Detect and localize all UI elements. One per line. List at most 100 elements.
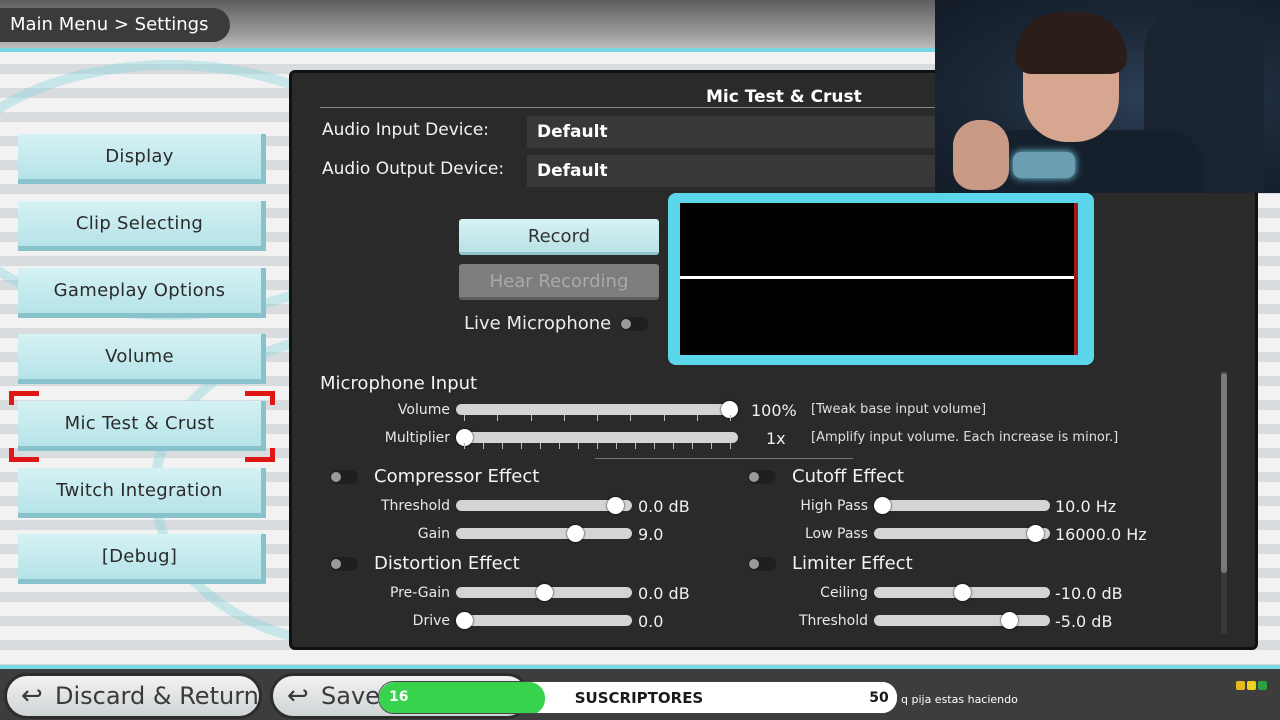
cutoff-toggle[interactable] [748,470,776,484]
high-pass-value: 10.0 Hz [1055,497,1117,516]
discard-return-label: Discard & Return [55,682,259,710]
return-arrow-icon: ↩ [287,681,309,711]
chat-badges [1236,681,1269,693]
compressor-threshold-label: Threshold [381,498,450,514]
slider-tick [464,415,465,421]
slider-tick [730,443,731,449]
menu-item-mic-test-crust[interactable]: Mic Test & Crust [18,401,266,451]
slider-tick [530,415,532,421]
slider-tick [563,415,565,421]
slider-tick [464,443,465,449]
ceiling-label: Ceiling [820,585,868,601]
save-label: Save [321,682,380,710]
selection-corner-br [245,448,275,462]
compressor-threshold-slider[interactable] [456,497,632,514]
ceiling-knob[interactable] [953,584,971,601]
webcam-person-hand [953,120,1009,190]
compressor-gain-slider[interactable] [456,525,632,542]
compressor-gain-knob[interactable] [567,525,585,542]
webcam-overlay [935,0,1280,193]
menu-item-clip-selecting[interactable]: Clip Selecting [18,201,266,251]
drive-label: Drive [412,613,450,629]
limiter-threshold-slider[interactable] [874,612,1050,629]
multiplier-value: 1x [766,429,786,448]
menu-item-volume[interactable]: Volume [18,334,266,384]
multiplier-hint: [Amplify input volume. Each increase is … [811,430,1119,445]
record-button[interactable]: Record [459,219,659,255]
slider-tick [692,443,693,449]
high-pass-knob[interactable] [874,497,891,514]
slider-tick [635,443,636,449]
limiter-threshold-knob[interactable] [1001,612,1019,629]
waveform-line [680,276,1074,279]
high-pass-label: High Pass [800,498,868,514]
slider-tick [578,443,579,449]
webcam-microphone [1013,152,1075,178]
webcam-person-hair [1015,12,1127,74]
slider-tick [483,443,484,449]
audio-input-dropdown[interactable]: Default [527,116,937,148]
low-pass-knob[interactable] [1026,525,1044,542]
microphone-input-heading: Microphone Input [320,373,478,394]
pre-gain-knob[interactable] [535,584,553,601]
drive-slider[interactable] [456,612,632,629]
selection-corner-bl [9,448,39,462]
audio-output-label: Audio Output Device: [322,159,505,179]
scrollbar-thumb[interactable] [1221,373,1227,573]
low-pass-slider[interactable] [874,525,1050,542]
slider-tick [616,443,617,449]
hear-recording-button[interactable]: Hear Recording [459,264,659,300]
title-divider [320,107,960,108]
selection-corner-tl [9,391,39,405]
menu-item-display[interactable]: Display [18,134,266,184]
high-pass-slider[interactable] [874,497,1050,514]
pre-gain-slider[interactable] [456,584,632,601]
slider-tick [502,443,503,449]
drive-knob[interactable] [456,612,473,629]
multiplier-slider[interactable] [456,429,738,449]
audio-output-dropdown[interactable]: Default [527,155,937,187]
volume-slider[interactable] [456,401,738,421]
menu-item-twitch-integration[interactable]: Twitch Integration [18,468,266,518]
slider-tick [663,415,665,421]
distortion-toggle[interactable] [330,557,358,571]
discard-return-button[interactable]: ↩ Discard & Return [4,673,262,719]
limiter-toggle[interactable] [748,557,776,571]
cutoff-heading: Cutoff Effect [792,466,904,487]
slider-tick [497,415,499,421]
ceiling-value: -10.0 dB [1055,584,1123,603]
subscriber-goal-label: SUSCRIPTORES [574,689,704,707]
slider-tick [559,443,560,449]
selection-corner-tr [245,391,275,405]
panel-title: Mic Test & Crust [706,87,862,107]
distortion-heading: Distortion Effect [374,553,520,574]
waveform-display [680,203,1078,355]
limiter-threshold-value: -5.0 dB [1055,612,1113,631]
slider-tick [673,443,674,449]
badge-icon [1236,681,1245,690]
compressor-gain-value: 9.0 [638,525,664,544]
waveform-frame [668,193,1094,365]
menu-item-gameplay-options[interactable]: Gameplay Options [18,268,266,318]
slider-tick [630,415,632,421]
slider-tick [540,443,541,449]
webcam-person-body [975,130,1205,193]
limiter-heading: Limiter Effect [792,553,913,574]
compressor-threshold-knob[interactable] [607,497,625,514]
pre-gain-label: Pre-Gain [389,585,450,601]
compressor-toggle[interactable] [330,470,358,484]
slider-tick [730,415,731,421]
breadcrumb: Main Menu > Settings [0,8,231,42]
ceiling-slider[interactable] [874,584,1050,601]
volume-label: Volume [397,402,450,418]
slider-tick [711,443,712,449]
volume-hint: [Tweak base input volume] [811,402,987,417]
volume-value: 100% [751,401,797,420]
pre-gain-value: 0.0 dB [638,584,690,603]
multiplier-label: Multiplier [384,430,450,446]
subscriber-target: 50 [861,682,897,713]
badge-icon [1258,681,1267,690]
menu-item-debug[interactable]: [Debug] [18,534,266,584]
live-microphone-label: Live Microphone [464,313,612,334]
live-microphone-toggle[interactable] [620,317,648,331]
